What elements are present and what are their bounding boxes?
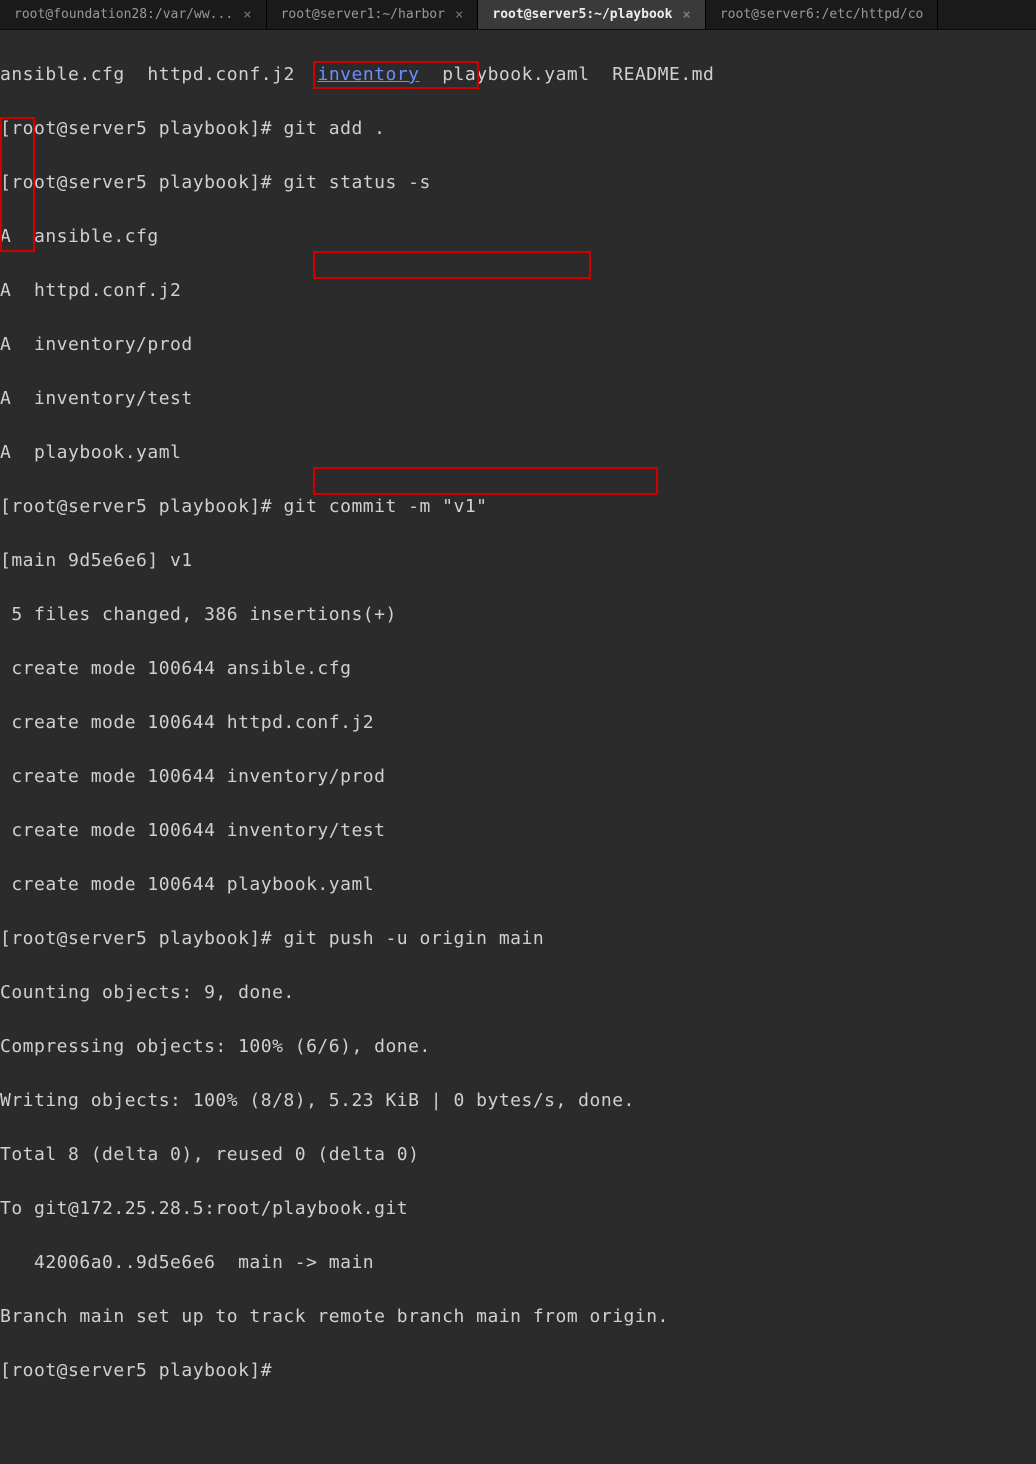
commit-output: create mode 100644 inventory/test <box>0 817 1036 844</box>
cmd-git-status: [root@server5 playbook]# git status -s <box>0 169 1036 196</box>
push-output: Counting objects: 9, done. <box>0 979 1036 1006</box>
status-line: A httpd.conf.j2 <box>0 277 1036 304</box>
commit-output: create mode 100644 playbook.yaml <box>0 871 1036 898</box>
prompt-line: [root@server5 playbook]# <box>0 1357 1036 1384</box>
directory-link: inventory <box>317 64 419 85</box>
push-output: Writing objects: 100% (8/8), 5.23 KiB | … <box>0 1087 1036 1114</box>
tab-label: root@server1:~/harbor <box>281 7 445 22</box>
commit-output: create mode 100644 ansible.cfg <box>0 655 1036 682</box>
commit-output: [main 9d5e6e6] v1 <box>0 547 1036 574</box>
close-icon[interactable]: × <box>682 7 690 23</box>
highlight-git-push <box>313 467 658 495</box>
tab-label: root@server5:~/playbook <box>492 7 672 22</box>
status-line: A inventory/test <box>0 385 1036 412</box>
push-output: Branch main set up to track remote branc… <box>0 1303 1036 1330</box>
terminal-output[interactable]: ansible.cfg httpd.conf.j2 inventory play… <box>0 30 1036 1464</box>
commit-output: create mode 100644 inventory/prod <box>0 763 1036 790</box>
cmd-git-add: [root@server5 playbook]# git add . <box>0 115 1036 142</box>
push-output: To git@172.25.28.5:root/playbook.git <box>0 1195 1036 1222</box>
ls-output: ansible.cfg httpd.conf.j2 inventory play… <box>0 61 1036 88</box>
tab-label: root@foundation28:/var/ww... <box>14 7 233 22</box>
push-output: Total 8 (delta 0), reused 0 (delta 0) <box>0 1141 1036 1168</box>
close-icon[interactable]: × <box>243 7 251 23</box>
cmd-git-push: [root@server5 playbook]# git push -u ori… <box>0 925 1036 952</box>
push-output: 42006a0..9d5e6e6 main -> main <box>0 1249 1036 1276</box>
status-line: A playbook.yaml <box>0 439 1036 466</box>
tab-server5[interactable]: root@server5:~/playbook × <box>478 0 705 29</box>
commit-output: 5 files changed, 386 insertions(+) <box>0 601 1036 628</box>
tab-server6[interactable]: root@server6:/etc/httpd/co <box>706 0 939 29</box>
cmd-git-commit: [root@server5 playbook]# git commit -m "… <box>0 493 1036 520</box>
highlight-git-commit <box>313 251 591 279</box>
status-line: A ansible.cfg <box>0 223 1036 250</box>
tab-foundation28[interactable]: root@foundation28:/var/ww... × <box>0 0 267 29</box>
status-line: A inventory/prod <box>0 331 1036 358</box>
close-icon[interactable]: × <box>455 7 463 23</box>
tab-server1[interactable]: root@server1:~/harbor × <box>267 0 479 29</box>
tab-bar: root@foundation28:/var/ww... × root@serv… <box>0 0 1036 30</box>
push-output: Compressing objects: 100% (6/6), done. <box>0 1033 1036 1060</box>
tab-label: root@server6:/etc/httpd/co <box>720 7 924 22</box>
